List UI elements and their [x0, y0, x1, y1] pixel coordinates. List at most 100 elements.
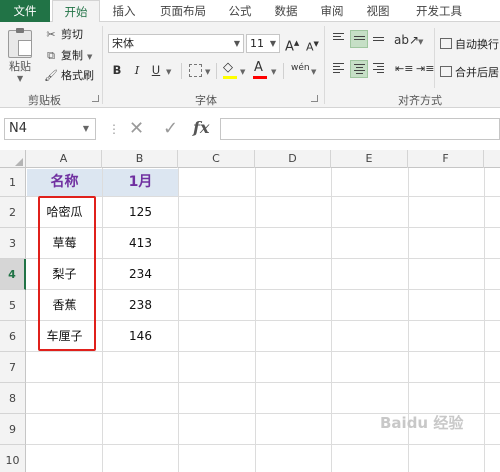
- tab-review[interactable]: 审阅: [314, 0, 350, 22]
- select-all-corner[interactable]: [0, 150, 26, 168]
- copy-label: 复制: [61, 49, 83, 62]
- align-top-button[interactable]: [330, 30, 348, 48]
- row-header-2[interactable]: 2: [0, 197, 26, 228]
- orientation-icon[interactable]: ab↗: [394, 32, 419, 48]
- row-header-10[interactable]: 10: [0, 445, 26, 472]
- tab-view[interactable]: 视图: [360, 0, 396, 22]
- annotation-highlight-box: [38, 196, 96, 351]
- name-box[interactable]: N4 ▼: [4, 118, 96, 140]
- underline-button[interactable]: U: [150, 62, 162, 78]
- column-header-row: A B C D E F: [0, 150, 500, 168]
- phonetic-button[interactable]: wén: [291, 60, 310, 76]
- shrink-font-label: A: [306, 40, 314, 54]
- align-right-button[interactable]: [370, 60, 388, 78]
- row-header-4[interactable]: 4: [0, 259, 26, 290]
- chevron-down-icon: ▼: [82, 124, 89, 133]
- tab-home[interactable]: 开始: [52, 0, 100, 23]
- clipboard-launcher-icon[interactable]: [92, 95, 99, 102]
- decrease-indent-icon[interactable]: ⇤≡: [395, 61, 413, 77]
- underline-dropdown-icon[interactable]: ▼: [166, 68, 171, 76]
- drag-handle-icon[interactable]: ⋮: [108, 122, 120, 136]
- grow-font-button[interactable]: A▲: [285, 35, 299, 55]
- row-header-7[interactable]: 7: [0, 352, 26, 383]
- cell-b5[interactable]: 238: [103, 290, 178, 320]
- gridline: [178, 168, 179, 472]
- merge-center-button[interactable]: 合并后居: [440, 64, 499, 80]
- cut-label: 剪切: [61, 28, 83, 41]
- font-color-dropdown-icon[interactable]: ▼: [271, 68, 276, 76]
- copy-dropdown-icon[interactable]: ▼: [87, 53, 92, 61]
- divider: [181, 63, 182, 79]
- fill-color-icon[interactable]: ◇: [223, 60, 233, 76]
- gridline: [26, 444, 500, 445]
- font-color-swatch: [253, 76, 267, 79]
- paste-dropdown-icon[interactable]: ▼: [17, 74, 23, 83]
- column-header-a[interactable]: A: [26, 150, 102, 168]
- merge-icon: [440, 66, 452, 77]
- column-header-c[interactable]: C: [178, 150, 255, 168]
- cell-b2[interactable]: 125: [103, 197, 178, 227]
- phonetic-dropdown-icon[interactable]: ▼: [311, 68, 316, 76]
- gridline: [484, 168, 485, 472]
- font-launcher-icon[interactable]: [311, 95, 318, 102]
- gridline: [26, 351, 500, 352]
- column-header-d[interactable]: D: [255, 150, 331, 168]
- row-header-1[interactable]: 1: [0, 168, 26, 197]
- bold-button[interactable]: B: [111, 62, 123, 78]
- cell-b1-month-header[interactable]: 1月: [103, 169, 178, 196]
- font-color-button[interactable]: A: [254, 60, 263, 76]
- scissors-icon: ✂: [46, 28, 56, 41]
- cancel-icon[interactable]: ✕: [129, 118, 144, 139]
- insert-function-button[interactable]: fx: [193, 118, 209, 137]
- merge-center-label: 合并后居: [455, 66, 499, 79]
- cell-b6[interactable]: 146: [103, 321, 178, 351]
- group-divider: [434, 28, 435, 88]
- cut-button[interactable]: ✂ 剪切: [44, 27, 83, 43]
- cell-a1-name-header[interactable]: 名称: [27, 169, 102, 196]
- format-painter-button[interactable]: 🖌 格式刷: [44, 68, 94, 84]
- wrap-text-button[interactable]: 自动换行: [440, 36, 499, 52]
- row-header-5[interactable]: 5: [0, 290, 26, 321]
- font-size-select[interactable]: 11 ▼: [246, 34, 280, 53]
- tab-formulas[interactable]: 公式: [222, 0, 258, 22]
- row-header-6[interactable]: 6: [0, 321, 26, 352]
- font-group-label: 字体: [195, 94, 217, 107]
- align-center-button[interactable]: [350, 60, 368, 78]
- fill-color-dropdown-icon[interactable]: ▼: [240, 68, 245, 76]
- tab-data[interactable]: 数据: [268, 0, 304, 22]
- tab-developer[interactable]: 开发工具: [408, 0, 470, 22]
- tab-file[interactable]: 文件: [0, 0, 50, 22]
- formula-bar: N4 ▼ ⋮ ✕ ✓ fx: [0, 108, 500, 150]
- font-name-select[interactable]: 宋体 ▼: [108, 34, 244, 53]
- copy-button[interactable]: ⧉ 复制 ▼: [44, 48, 92, 64]
- group-divider: [102, 26, 103, 104]
- enter-check-icon[interactable]: ✓: [163, 118, 178, 139]
- grow-font-label: A: [285, 39, 294, 55]
- copy-icon: ⧉: [47, 49, 55, 62]
- orientation-dropdown-icon[interactable]: ▼: [418, 38, 423, 46]
- increase-indent-icon[interactable]: ⇥≡: [416, 61, 434, 77]
- row-header-9[interactable]: 9: [0, 414, 26, 445]
- italic-button[interactable]: I: [131, 62, 143, 78]
- align-left-button[interactable]: [330, 60, 348, 78]
- column-header-f[interactable]: F: [408, 150, 484, 168]
- align-middle-button[interactable]: [350, 30, 368, 48]
- gridline: [26, 382, 500, 383]
- column-header-e[interactable]: E: [331, 150, 408, 168]
- row-header-3[interactable]: 3: [0, 228, 26, 259]
- divider: [283, 63, 284, 79]
- formula-input[interactable]: [220, 118, 500, 140]
- align-bottom-button[interactable]: [370, 30, 388, 48]
- paste-sheet-icon: [18, 40, 32, 56]
- column-header-b[interactable]: B: [102, 150, 178, 168]
- watermark: Baidu 经验: [380, 414, 464, 432]
- cell-b3[interactable]: 413: [103, 228, 178, 258]
- tab-page-layout[interactable]: 页面布局: [152, 0, 214, 22]
- wrap-text-icon: [440, 38, 452, 49]
- tab-insert[interactable]: 插入: [106, 0, 142, 22]
- shrink-font-button[interactable]: A▼: [306, 36, 319, 56]
- borders-icon[interactable]: [189, 64, 202, 77]
- row-header-8[interactable]: 8: [0, 383, 26, 414]
- borders-dropdown-icon[interactable]: ▼: [205, 68, 210, 76]
- cell-b4[interactable]: 234: [103, 259, 178, 289]
